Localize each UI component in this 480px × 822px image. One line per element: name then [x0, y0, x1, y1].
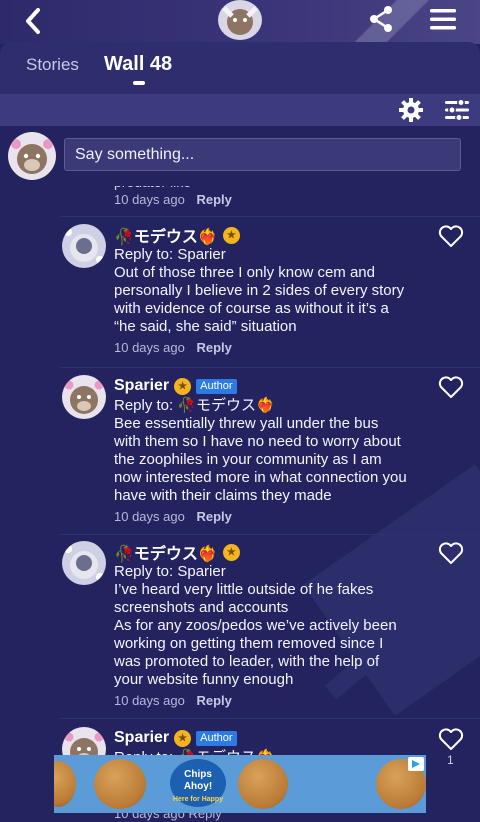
cookie-image	[94, 759, 146, 809]
comment-line: the zoophiles in your community as I am	[114, 451, 382, 468]
sliders-icon	[445, 98, 469, 122]
author-line: 🥀モデウス❤️‍🔥 ★	[114, 224, 430, 246]
author-line: 🥀モデウス❤️‍🔥 ★	[114, 541, 430, 563]
comment-text: Bee essentially threw yall under the bus…	[114, 415, 430, 505]
heart-icon	[438, 728, 464, 750]
back-button[interactable]	[18, 4, 52, 38]
comment-meta: 10 days ago Reply	[114, 509, 430, 524]
author-name[interactable]: Sparier	[114, 377, 169, 395]
author-badge: Author	[196, 378, 237, 394]
comment-text: I’ve heard very little outside of he fak…	[114, 581, 430, 689]
ad-tagline: Here for Happy	[172, 796, 224, 803]
settings-button[interactable]	[398, 97, 424, 123]
brand-logo: Chips Ahoy! Here for Happy	[170, 759, 226, 807]
author-badge: Author	[196, 730, 237, 746]
like-button[interactable]	[438, 727, 464, 751]
comment-line: Out of those three I only know cem and	[114, 264, 375, 281]
comment-line: personally I believe in 2 sides of every…	[114, 282, 405, 299]
like-button[interactable]	[438, 375, 464, 399]
divider	[60, 367, 480, 368]
reply-button[interactable]: Reply	[196, 693, 231, 708]
filter-button[interactable]	[444, 98, 470, 122]
chevron-left-icon	[26, 8, 40, 34]
timestamp: 10 days ago	[114, 192, 185, 207]
level-badge: ★	[174, 729, 192, 747]
reply-button[interactable]: Reply	[196, 340, 231, 355]
wall-toolbar	[0, 94, 480, 126]
comment-line: screenshots and accounts	[114, 599, 289, 616]
timestamp: 10 days ago	[114, 340, 185, 355]
level-badge: ★	[174, 377, 192, 395]
author-line: Sparier ★ Author	[114, 727, 430, 749]
comment-text: Out of those three I only know cem and p…	[114, 264, 430, 336]
ad-choices-icon[interactable]	[408, 757, 424, 771]
reply-to: Reply to: Sparier	[114, 563, 226, 580]
reply-to: Reply to: Sparier	[114, 246, 226, 263]
comment-meta: 10 days ago Reply	[114, 340, 430, 355]
cookie-image	[54, 761, 76, 807]
level-badge: ★	[222, 543, 240, 561]
heart-icon	[438, 542, 464, 564]
comment-line: with them so I have no need to worry abo…	[114, 433, 401, 450]
comment-composer: Say something...	[0, 126, 480, 186]
comment-line: have with their claims they made	[114, 487, 332, 504]
timestamp: 10 days ago	[114, 509, 185, 524]
divider	[60, 718, 480, 719]
heart-icon	[438, 225, 464, 247]
comment-input[interactable]: Say something...	[64, 138, 461, 171]
comment-feed: predator like 10 days ago Reply 🥀モデウス❤️‍…	[0, 180, 480, 822]
comment-meta: 10 days ago Reply	[114, 693, 430, 708]
comment-meta: 10 days ago Reply	[114, 192, 232, 207]
reply-button[interactable]: Reply	[196, 192, 231, 207]
like-button[interactable]	[438, 541, 464, 565]
tab-wall[interactable]: Wall 48	[104, 53, 172, 76]
share-button[interactable]	[366, 4, 396, 34]
top-bar	[0, 0, 480, 44]
divider	[60, 216, 480, 217]
active-tab-indicator	[133, 81, 145, 85]
avatar[interactable]	[8, 132, 56, 180]
comment-body: 🥀モデウス❤️‍🔥 ★ Reply to: Sparier I’ve heard…	[114, 541, 430, 708]
reply-to: Reply to: 🥀モデウス❤️‍🔥	[114, 397, 275, 414]
like-count: 1	[447, 753, 454, 767]
like-button[interactable]	[438, 224, 464, 248]
comment-line: I’ve heard very little outside of he fak…	[114, 581, 374, 598]
level-badge: ★	[222, 226, 240, 244]
avatar[interactable]	[62, 541, 106, 585]
share-icon	[370, 6, 392, 32]
reply-button[interactable]: Reply	[196, 509, 231, 524]
comment-line: with evidence of course as without it it…	[114, 300, 389, 317]
gear-icon	[399, 98, 423, 122]
comment-line: now interested more in what connection y…	[114, 469, 407, 486]
author-name[interactable]: Sparier	[114, 729, 169, 747]
comment-line: “he said, she said” situation	[114, 318, 297, 335]
author-name[interactable]: 🥀モデウス❤️‍🔥	[114, 223, 218, 247]
timestamp: 10 days ago	[114, 693, 185, 708]
comment-body: 🥀モデウス❤️‍🔥 ★ Reply to: Sparier Out of tho…	[114, 224, 430, 355]
comment-line: your website funny enough	[114, 671, 294, 688]
author-line: Sparier ★ Author	[114, 375, 430, 397]
comment-line: Bee essentially threw yall under the bus	[114, 415, 379, 432]
community-avatar[interactable]	[218, 0, 262, 40]
avatar[interactable]	[62, 375, 106, 419]
cookie-image	[238, 759, 288, 809]
comment-line: was promoted to leader, with the help of	[114, 653, 380, 670]
comment-line: working on getting them removed since I	[114, 635, 384, 652]
hamburger-menu-icon	[430, 9, 456, 30]
divider	[60, 534, 480, 535]
author-name[interactable]: 🥀モデウス❤️‍🔥	[114, 540, 218, 564]
tab-bar: Stories Wall 48	[0, 42, 480, 94]
ad-banner[interactable]: Chips Ahoy! Here for Happy	[54, 755, 426, 813]
heart-icon	[438, 376, 464, 398]
comment-body: Sparier ★ Author Reply to: 🥀モデウス❤️‍🔥 Bee…	[114, 375, 430, 524]
menu-button[interactable]	[428, 5, 458, 35]
tab-stories[interactable]: Stories	[26, 55, 79, 75]
avatar[interactable]	[62, 224, 106, 268]
brand-name: Chips Ahoy!	[183, 769, 213, 792]
comment-line: As for any zoos/pedos we’ve actively bee…	[114, 617, 397, 634]
